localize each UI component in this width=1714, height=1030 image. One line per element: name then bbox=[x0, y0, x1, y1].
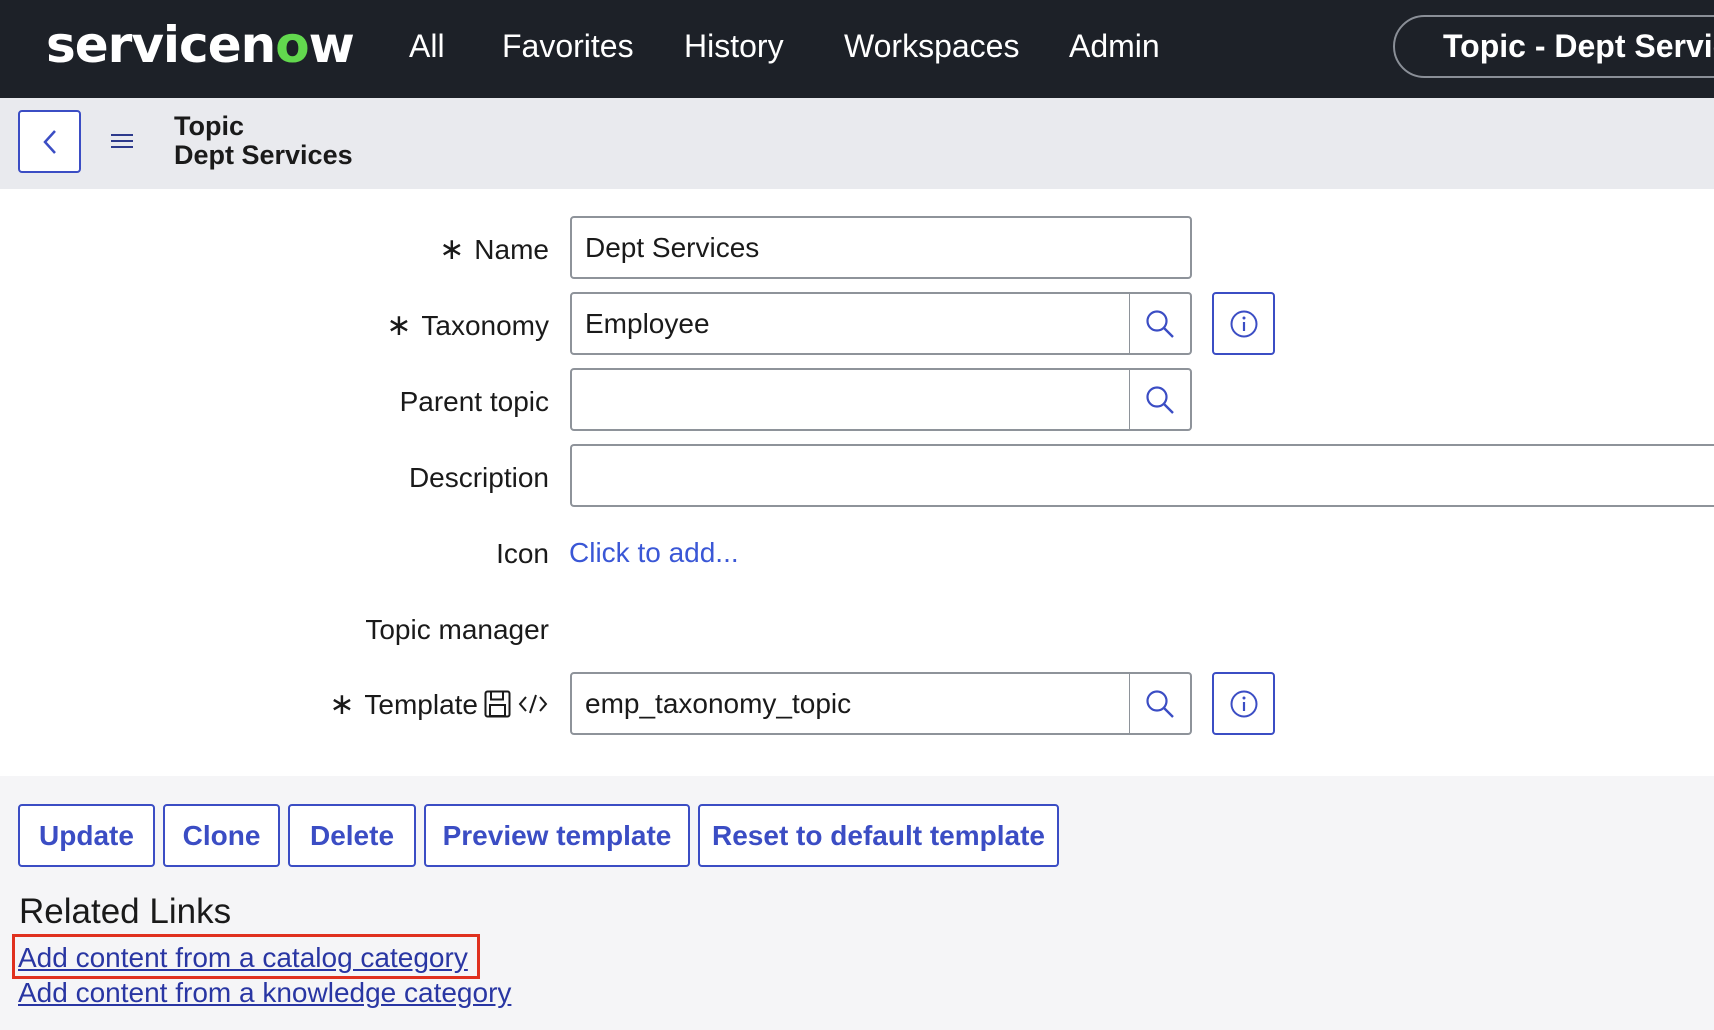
name-label: ∗ Name bbox=[420, 233, 549, 267]
name-label-text: Name bbox=[474, 234, 549, 265]
add-knowledge-category-link[interactable]: Add content from a knowledge category bbox=[18, 976, 511, 1010]
chevron-left-icon bbox=[43, 130, 56, 154]
delete-button[interactable]: Delete bbox=[288, 804, 416, 867]
nav-all[interactable]: All bbox=[409, 26, 445, 66]
taxonomy-label-text: Taxonomy bbox=[421, 310, 549, 341]
nav-history[interactable]: History bbox=[684, 26, 784, 66]
description-label: Description bbox=[408, 462, 549, 493]
parent-topic-label: Parent topic bbox=[399, 386, 549, 417]
template-label-text: Template bbox=[364, 689, 478, 720]
code-icon[interactable] bbox=[518, 693, 548, 715]
topic-manager-label: Topic manager bbox=[365, 614, 549, 645]
search-icon bbox=[1146, 386, 1174, 414]
nav-admin[interactable]: Admin bbox=[1069, 26, 1160, 66]
search-icon bbox=[1146, 690, 1174, 718]
logo-text-end: w bbox=[308, 16, 355, 74]
hamburger-menu-icon[interactable] bbox=[110, 131, 134, 151]
taxonomy-lookup-button[interactable] bbox=[1129, 292, 1192, 355]
template-label: ∗ Template bbox=[300, 688, 478, 722]
info-icon bbox=[1230, 690, 1258, 718]
record-title: Topic Dept Services bbox=[174, 112, 353, 170]
icon-label: Icon bbox=[496, 538, 549, 569]
record-type: Topic bbox=[174, 111, 244, 141]
template-info-button[interactable] bbox=[1212, 672, 1275, 735]
top-navigation-bar: servicenow All Favorites History Workspa… bbox=[0, 0, 1714, 98]
search-icon bbox=[1146, 310, 1174, 338]
form-header: Topic Dept Services bbox=[0, 98, 1714, 189]
update-button[interactable]: Update bbox=[18, 804, 155, 867]
name-field[interactable]: Dept Services bbox=[570, 216, 1192, 279]
taxonomy-info-button[interactable] bbox=[1212, 292, 1275, 355]
template-lookup-button[interactable] bbox=[1129, 672, 1192, 735]
description-field[interactable] bbox=[570, 444, 1714, 507]
context-pill[interactable]: Topic - Dept Services bbox=[1393, 15, 1714, 78]
logo-text: servicen bbox=[46, 16, 276, 74]
parent-topic-field[interactable] bbox=[570, 368, 1131, 431]
logo-o: o bbox=[275, 16, 309, 74]
record-name: Dept Services bbox=[174, 140, 353, 170]
clone-button[interactable]: Clone bbox=[163, 804, 280, 867]
save-icon[interactable] bbox=[484, 690, 511, 718]
required-marker: ∗ bbox=[386, 309, 412, 342]
servicenow-logo[interactable]: servicenow bbox=[46, 14, 355, 76]
back-button[interactable] bbox=[18, 110, 81, 173]
preview-template-button[interactable]: Preview template bbox=[424, 804, 690, 867]
nav-favorites[interactable]: Favorites bbox=[502, 26, 634, 66]
taxonomy-field[interactable]: Employee bbox=[570, 292, 1131, 355]
required-marker: ∗ bbox=[329, 688, 355, 721]
nav-workspaces[interactable]: Workspaces bbox=[844, 26, 1019, 66]
parent-topic-lookup-button[interactable] bbox=[1129, 368, 1192, 431]
info-icon bbox=[1230, 310, 1258, 338]
template-field[interactable]: emp_taxonomy_topic bbox=[570, 672, 1131, 735]
taxonomy-label: ∗ Taxonomy bbox=[380, 309, 549, 343]
icon-click-to-add-link[interactable]: Click to add... bbox=[569, 536, 739, 570]
add-catalog-category-link[interactable]: Add content from a catalog category bbox=[18, 941, 468, 975]
required-marker: ∗ bbox=[439, 233, 465, 266]
related-links-heading: Related Links bbox=[19, 892, 232, 931]
reset-template-button[interactable]: Reset to default template bbox=[698, 804, 1059, 867]
